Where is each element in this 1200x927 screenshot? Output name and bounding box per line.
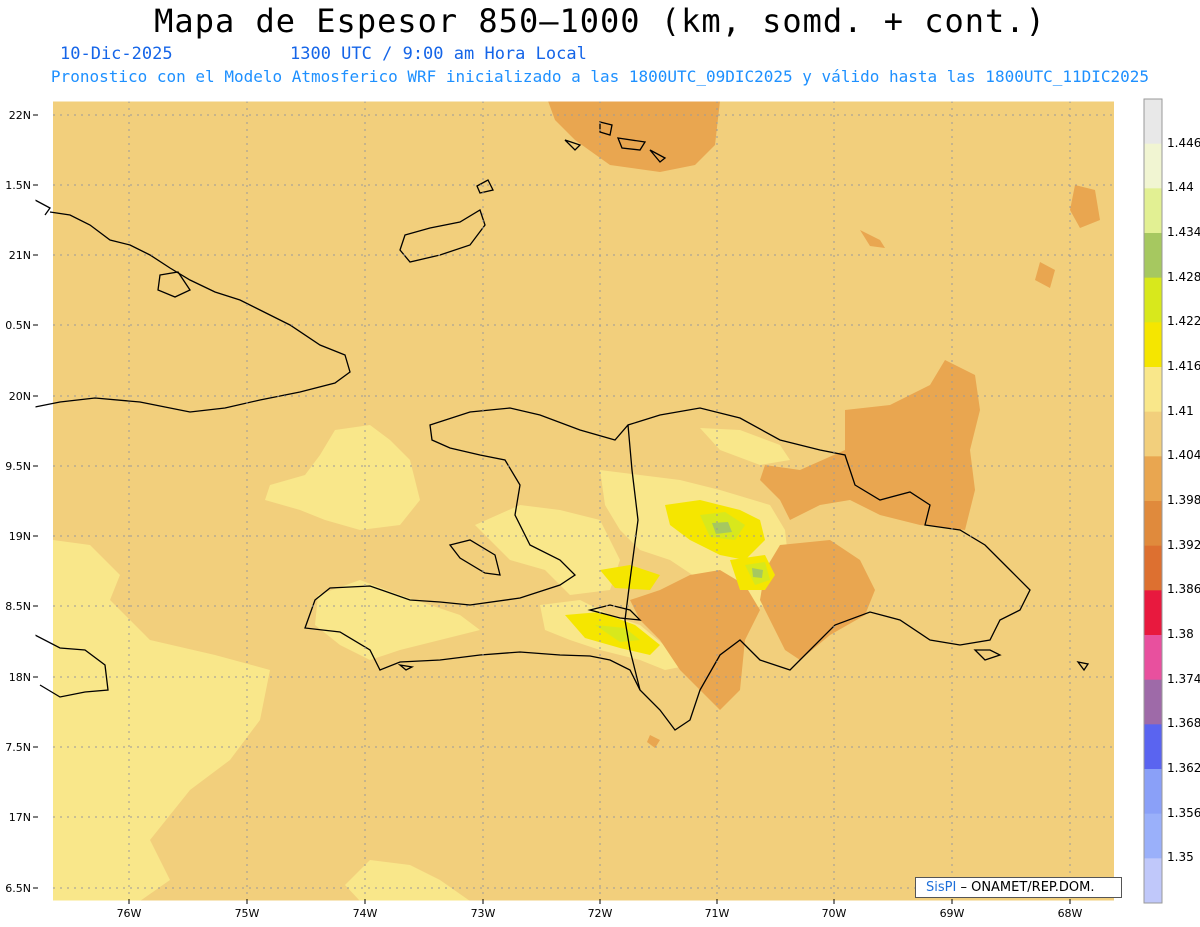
colorbar-label: 1.386 bbox=[1167, 582, 1200, 597]
colorbar-bin bbox=[1144, 545, 1162, 591]
colorbar-bin bbox=[1144, 769, 1162, 815]
colorbar-label: 1.446 bbox=[1167, 135, 1200, 150]
colorbar-bin bbox=[1144, 233, 1162, 279]
lon-label: 74W bbox=[353, 907, 378, 920]
colorbar-label: 1.398 bbox=[1167, 493, 1200, 507]
colorbar-label: 1.434 bbox=[1167, 225, 1200, 239]
colorbar-bin bbox=[1144, 411, 1162, 457]
colorbar-bin bbox=[1144, 143, 1162, 189]
colorbar-label: 1.38 bbox=[1167, 627, 1194, 641]
colorbar-label: 1.35 bbox=[1167, 850, 1194, 865]
colorbar-label: 1.362 bbox=[1167, 761, 1200, 775]
lat-label: 21N bbox=[9, 249, 31, 262]
colorbar-bin bbox=[1144, 99, 1162, 145]
lat-label: 0.5N bbox=[5, 319, 31, 332]
colorbar-bin bbox=[1144, 679, 1162, 725]
lat-label: 19N bbox=[9, 530, 31, 543]
lon-label: 71W bbox=[705, 907, 730, 920]
lat-label: 7.5N bbox=[5, 741, 31, 754]
lat-label: 8.5N bbox=[5, 600, 31, 613]
lon-label: 69W bbox=[940, 907, 965, 920]
lat-label: 6.5N bbox=[5, 882, 31, 895]
colorbar-bin bbox=[1144, 813, 1162, 859]
lon-label: 70W bbox=[822, 907, 847, 920]
colorbar-bin bbox=[1144, 590, 1162, 636]
colorbar-label: 1.356 bbox=[1167, 805, 1200, 820]
lon-label: 68W bbox=[1058, 907, 1083, 920]
thickness-map: 22N 1.5N 21N 0.5N 20N 9.5N 19N 8.5N 18N … bbox=[5, 98, 1163, 920]
lat-label: 17N bbox=[9, 811, 31, 824]
lat-label: 22N bbox=[9, 109, 31, 122]
sispi-brand: SisPI bbox=[926, 880, 957, 895]
colorbar-label: 1.392 bbox=[1167, 537, 1200, 552]
lon-label: 76W bbox=[117, 907, 142, 920]
colorbar bbox=[1143, 98, 1163, 904]
colorbar-label: 1.404 bbox=[1167, 448, 1200, 463]
lon-label: 75W bbox=[235, 907, 260, 920]
colorbar-bin bbox=[1144, 858, 1162, 904]
colorbar-label: 1.374 bbox=[1167, 671, 1200, 686]
colorbar-bin bbox=[1144, 322, 1162, 368]
lon-label: 72W bbox=[588, 907, 613, 920]
credit-text: – ONAMET/REP.DOM. bbox=[960, 880, 1095, 895]
colorbar-label: 1.368 bbox=[1167, 716, 1200, 731]
colorbar-bin bbox=[1144, 188, 1162, 234]
colorbar-bin bbox=[1144, 456, 1162, 502]
lon-label: 73W bbox=[471, 907, 496, 920]
colorbar-bin bbox=[1144, 501, 1162, 547]
lon-axis: 76W 75W 74W 73W 72W 71W 70W 69W 68W bbox=[117, 907, 1083, 920]
colorbar-bin bbox=[1144, 277, 1162, 323]
lat-label: 18N bbox=[9, 671, 31, 684]
colorbar-label: 1.428 bbox=[1167, 269, 1200, 284]
colorbar-bin bbox=[1144, 724, 1162, 770]
credit-box: SisPI – ONAMET/REP.DOM. bbox=[915, 877, 1122, 898]
colorbar-label: 1.44 bbox=[1167, 180, 1194, 195]
colorbar-label: 1.422 bbox=[1167, 314, 1200, 329]
lat-axis: 22N 1.5N 21N 0.5N 20N 9.5N 19N 8.5N 18N … bbox=[5, 109, 31, 895]
colorbar-bin bbox=[1144, 635, 1162, 681]
lat-label: 1.5N bbox=[5, 179, 31, 192]
lat-label: 9.5N bbox=[5, 460, 31, 473]
colorbar-bin bbox=[1144, 367, 1162, 413]
lat-label: 20N bbox=[9, 390, 31, 403]
colorbar-label: 1.416 bbox=[1167, 359, 1200, 373]
colorbar-label: 1.41 bbox=[1167, 403, 1194, 418]
